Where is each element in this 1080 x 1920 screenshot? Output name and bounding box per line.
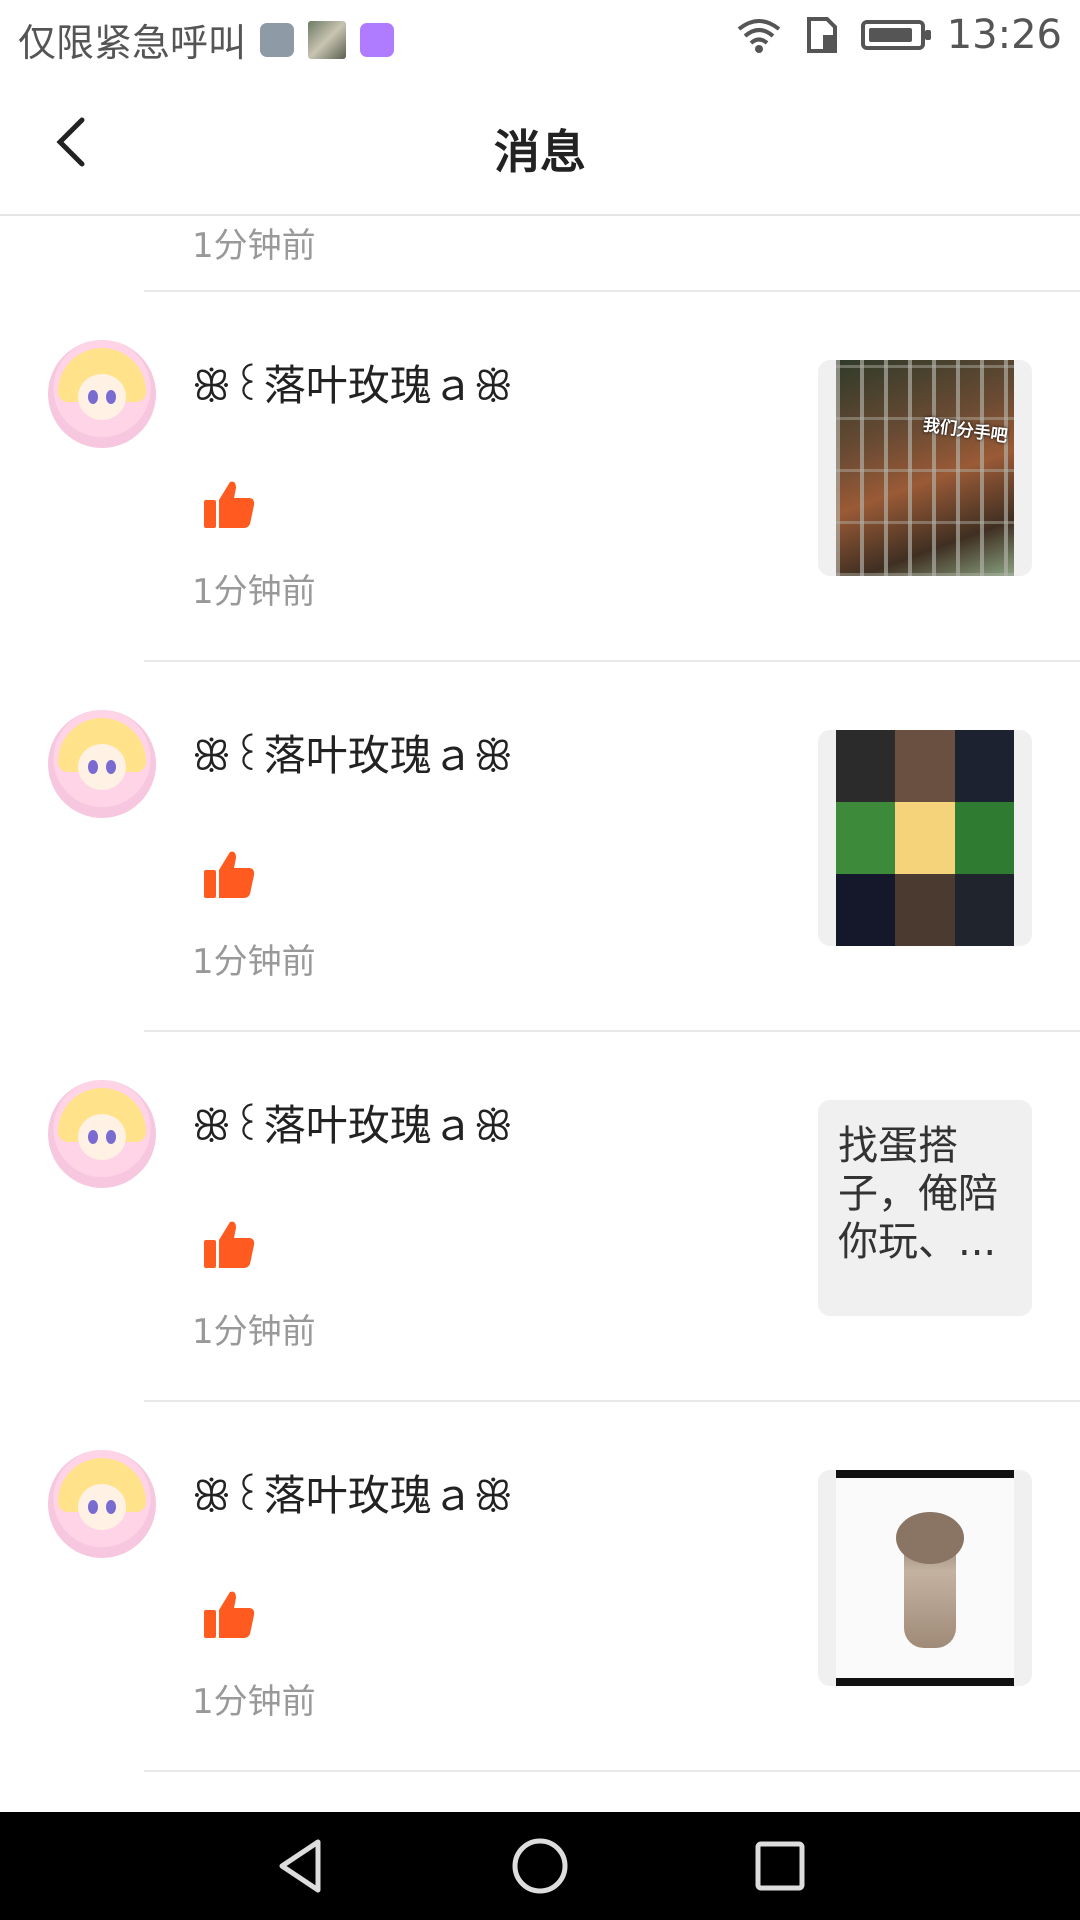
status-bar: 仅限紧急呼叫 13:26 <box>0 0 1080 72</box>
post-thumbnail-image: 我们分手吧 <box>836 360 1014 576</box>
battery-icon <box>860 20 931 50</box>
gallery-icon <box>260 22 295 57</box>
thumbs-up-icon <box>204 481 255 528</box>
notification-time: 1分钟前 <box>192 942 316 982</box>
post-thumbnail[interactable] <box>818 1470 1032 1686</box>
avatar[interactable] <box>48 710 156 818</box>
username[interactable]: ꕥ꒰落叶玫瑰ａꕥ <box>192 722 513 783</box>
battery-level-fill <box>868 28 912 42</box>
header: 消息 <box>0 72 1080 216</box>
avatar[interactable] <box>48 340 156 448</box>
photo-thumbnail-icon <box>308 20 347 59</box>
list-item[interactable]: ꕥ꒰落叶玫瑰ａꕥ 1分钟前 找蛋搭子，俺陪你玩、... <box>48 1032 1080 1402</box>
username[interactable]: ꕥ꒰落叶玫瑰ａꕥ <box>192 1092 513 1153</box>
post-thumbnail[interactable]: 我们分手吧 <box>818 360 1032 576</box>
keyboard-icon <box>360 22 395 57</box>
nav-recent-apps-icon[interactable] <box>750 1836 810 1896</box>
page-title: 消息 <box>494 125 586 179</box>
sim-icon <box>806 17 837 53</box>
list-item-partial[interactable]: 1分钟前 <box>144 216 1080 292</box>
thumbs-up-icon <box>204 851 255 898</box>
emergency-calls-only-text: 仅限紧急呼叫 <box>18 21 247 65</box>
thumbs-up-icon <box>204 1591 255 1638</box>
thumbnail-overlay-text: 我们分手吧 <box>921 415 1009 447</box>
wifi-icon <box>737 19 780 53</box>
post-thumbnail[interactable] <box>818 730 1032 946</box>
notification-time: 1分钟前 <box>192 226 316 266</box>
notification-time: 1分钟前 <box>192 572 316 612</box>
list-item[interactable]: ꕥ꒰落叶玫瑰ａꕥ 1分钟前 <box>48 662 1080 1032</box>
avatar[interactable] <box>48 1080 156 1188</box>
notification-time: 1分钟前 <box>192 1312 316 1352</box>
notification-time: 1分钟前 <box>192 1682 316 1722</box>
list-item[interactable]: ꕥ꒰落叶玫瑰ａꕥ 1分钟前 我们分手吧 <box>48 292 1080 662</box>
username[interactable]: ꕥ꒰落叶玫瑰ａꕥ <box>192 352 513 413</box>
post-thumbnail-image <box>836 730 1014 946</box>
clock: 13:26 <box>946 12 1062 58</box>
username[interactable]: ꕥ꒰落叶玫瑰ａꕥ <box>192 1462 513 1523</box>
post-thumbnail-image <box>836 1470 1014 1686</box>
system-nav-bar <box>0 1812 1080 1920</box>
post-text-snippet: 找蛋搭子，俺陪你玩、... <box>838 1123 998 1265</box>
nav-back-icon[interactable] <box>272 1836 332 1896</box>
status-left: 仅限紧急呼叫 <box>18 12 395 67</box>
post-text-preview[interactable]: 找蛋搭子，俺陪你玩、... <box>818 1100 1032 1316</box>
notification-list[interactable]: 1分钟前 ꕥ꒰落叶玫瑰ａꕥ 1分钟前 我们分手吧 ꕥ꒰落叶玫瑰ａꕥ 1分钟前 ꕥ… <box>0 216 1080 1772</box>
thumbs-up-icon <box>204 1221 255 1268</box>
nav-home-icon[interactable] <box>510 1836 570 1896</box>
avatar[interactable] <box>48 1450 156 1558</box>
status-right: 13:26 <box>735 12 1062 58</box>
list-item[interactable]: ꕥ꒰落叶玫瑰ａꕥ 1分钟前 <box>48 1402 1080 1772</box>
